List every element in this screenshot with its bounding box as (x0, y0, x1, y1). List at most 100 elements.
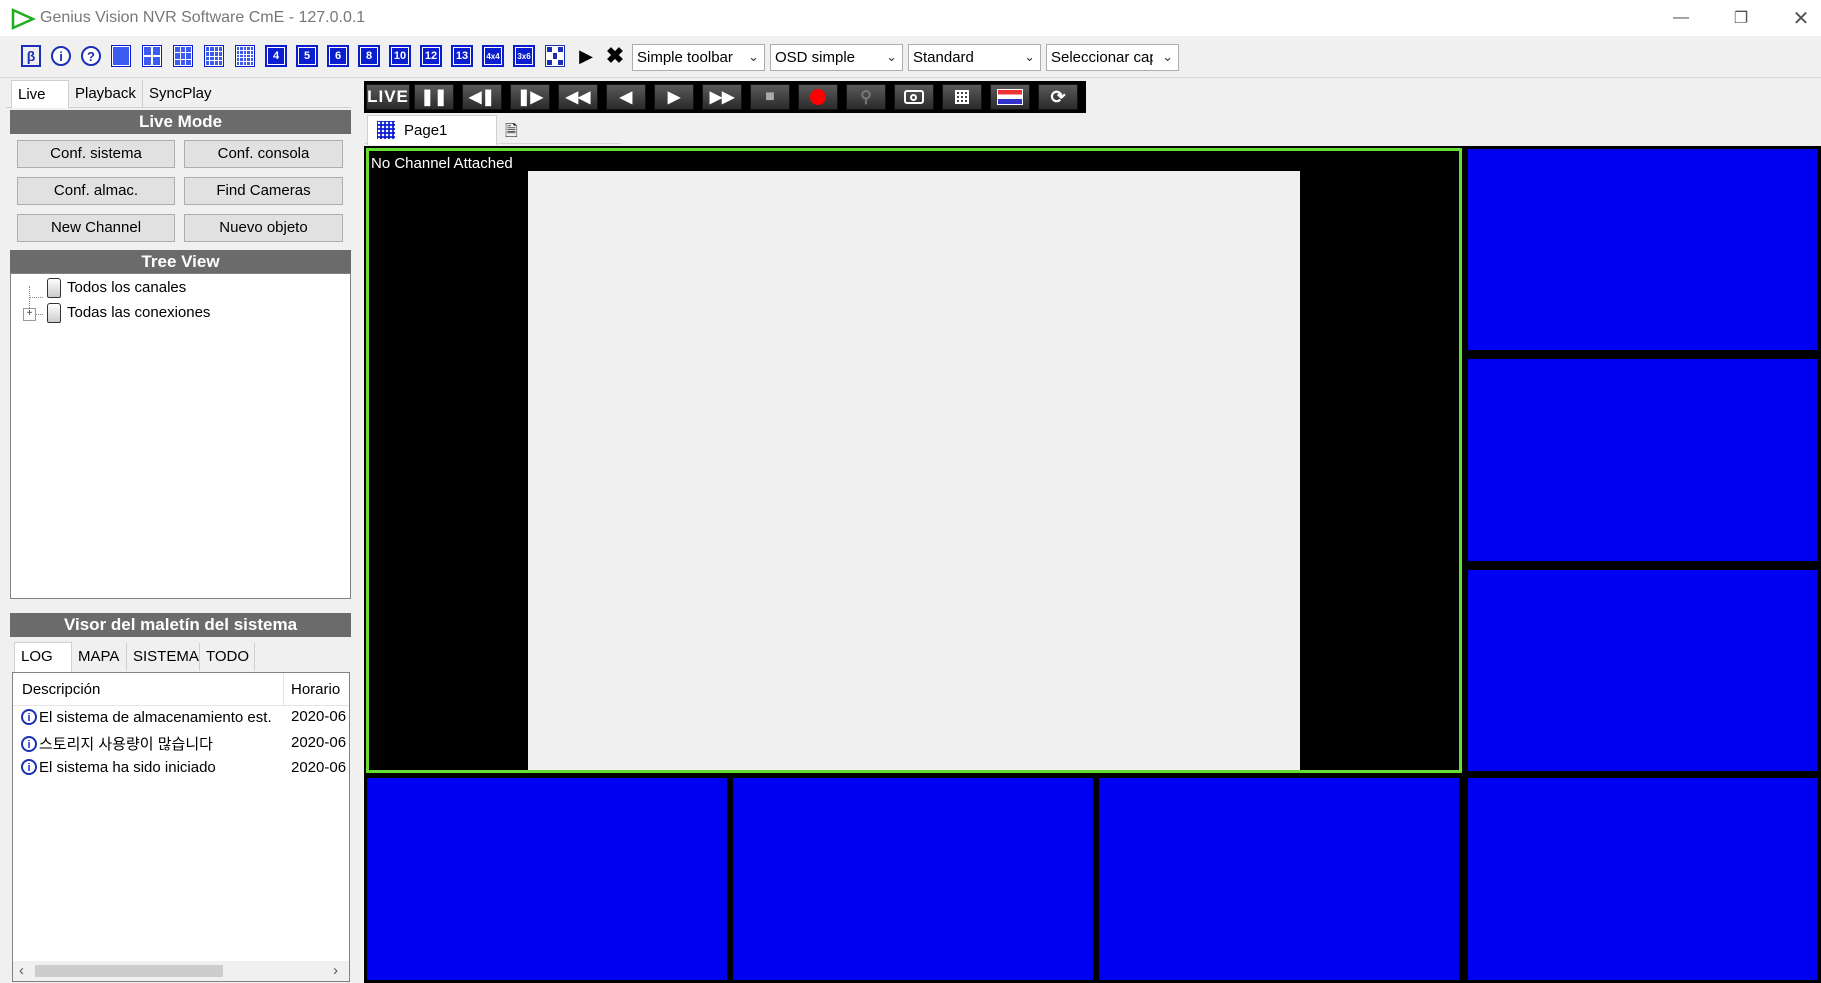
stream-mode-select[interactable]: Standard ⌄ (908, 44, 1041, 71)
log-list: Descripción Horario i El sistema de almac… (12, 672, 350, 982)
layout-5-icon[interactable]: 5 (296, 43, 318, 69)
horizontal-scrollbar[interactable]: ‹ › (13, 961, 349, 981)
expand-icon[interactable]: + (23, 308, 36, 321)
tree-item-todas-las-conexiones[interactable]: Todas las conexiones (47, 303, 210, 325)
log-row[interactable]: i El sistema de almacenamiento est... (21, 708, 271, 730)
restore-icon[interactable]: ❐ (1713, 0, 1769, 36)
osd-mode-select[interactable]: OSD simple ⌄ (770, 44, 903, 71)
conf-consola-button[interactable]: Conf. consola (184, 140, 343, 168)
tab-mapa[interactable]: MAPA (72, 643, 127, 671)
step-back-icon[interactable]: ◀❚ (462, 84, 502, 110)
toolbar-mode-value: Simple toolbar (637, 49, 733, 66)
live-mode-header: Live Mode (10, 110, 351, 134)
layout-number: 10 (389, 45, 411, 67)
layout-3x6-icon[interactable]: 3x6 (513, 43, 535, 69)
layout-4x4-icon[interactable] (203, 43, 225, 69)
tab-live[interactable]: Live (11, 80, 69, 108)
tree-item-label: Todas las conexiones (67, 303, 211, 321)
close-icon[interactable]: ✕ (1773, 0, 1821, 36)
chevron-down-icon: ⌄ (748, 49, 759, 64)
tab-sistema[interactable]: SISTEMA (127, 643, 200, 671)
x-icon[interactable]: ✖ (604, 43, 626, 69)
stop-icon[interactable]: ■ (750, 84, 790, 110)
chevron-down-icon: ⌄ (886, 49, 897, 64)
chevron-down-icon: ⌄ (1024, 49, 1035, 64)
layout-5x5-icon[interactable] (234, 43, 256, 69)
play-back-icon[interactable]: ◀ (606, 84, 646, 110)
play-icon[interactable]: ▶ (575, 43, 597, 69)
scrollbar-thumb[interactable] (35, 965, 223, 977)
video-tile[interactable] (1465, 775, 1821, 983)
layout-4-icon[interactable]: 4 (265, 43, 287, 69)
osd-mode-value: OSD simple (775, 49, 856, 66)
log-time: 2020-06 (291, 734, 347, 751)
layer-select-value: Seleccionar capa (1051, 49, 1153, 66)
video-tile[interactable] (1465, 356, 1821, 564)
layout-number: 8 (358, 45, 380, 67)
tab-syncplay[interactable]: SyncPlay (143, 80, 223, 108)
video-tile[interactable] (1096, 775, 1462, 983)
layout-13-icon[interactable]: 13 (451, 43, 473, 69)
minimize-icon[interactable]: — (1653, 0, 1709, 36)
tree-item-label: Todos los canales (67, 278, 187, 296)
new-page-icon[interactable]: 🗎 (505, 120, 525, 140)
layout-number: 6 (327, 45, 349, 67)
record-icon[interactable] (798, 84, 838, 110)
column-descripcion[interactable]: Descripción (22, 681, 100, 698)
fast-forward-icon[interactable]: ▶▶ (702, 84, 742, 110)
rewind-icon[interactable]: ◀◀ (558, 84, 598, 110)
zoom-icon[interactable]: ⚲ (846, 84, 886, 110)
exit-icon[interactable]: β (20, 43, 42, 69)
scroll-left-icon[interactable]: ‹ (19, 962, 24, 979)
conf-almac-button[interactable]: Conf. almac. (17, 177, 175, 205)
database-icon (47, 278, 61, 298)
layout-custom-icon[interactable] (544, 43, 566, 69)
step-forward-icon[interactable]: ❚▶ (510, 84, 550, 110)
log-description: 스토리지 사용량이 많습니다 (39, 736, 213, 753)
tree-view-header: Tree View (10, 250, 351, 274)
main-channel-tile[interactable]: No Channel Attached (366, 148, 1462, 773)
scroll-right-icon[interactable]: › (333, 962, 338, 979)
nuevo-objeto-button[interactable]: Nuevo objeto (184, 214, 343, 242)
snapshot-icon[interactable] (894, 84, 934, 110)
tab-page1[interactable]: Page1 (367, 115, 497, 145)
tree-item-todos-los-canales[interactable]: Todos los canales (47, 278, 186, 300)
layout-3x3-icon[interactable] (172, 43, 194, 69)
layout-10-icon[interactable]: 10 (389, 43, 411, 69)
layout-6-icon[interactable]: 6 (327, 43, 349, 69)
layout-4x4-alt-icon[interactable]: 4x4 (482, 43, 504, 69)
column-horario[interactable]: Horario (291, 681, 340, 698)
layout-8-icon[interactable]: 8 (358, 43, 380, 69)
toolbar-mode-select[interactable]: Simple toolbar ⌄ (632, 44, 765, 71)
log-row[interactable]: i 스토리지 사용량이 많습니다 (21, 733, 271, 755)
grid-icon[interactable] (942, 84, 982, 110)
layout-number: 5 (296, 45, 318, 67)
layout-number: 4 (265, 45, 287, 67)
tab-todo[interactable]: TODO (200, 643, 255, 671)
page-grid-icon (377, 121, 395, 139)
layout-12-icon[interactable]: 12 (420, 43, 442, 69)
log-time: 2020-06 (291, 759, 347, 776)
tab-playback[interactable]: Playback (69, 80, 143, 108)
video-tile[interactable] (1465, 146, 1821, 353)
help-icon[interactable]: ? (80, 43, 102, 69)
video-tile[interactable] (730, 775, 1096, 983)
layer-select[interactable]: Seleccionar capa ⌄ (1046, 44, 1179, 71)
find-cameras-button[interactable]: Find Cameras (184, 177, 343, 205)
database-icon (47, 303, 61, 323)
info-icon[interactable]: i (50, 43, 72, 69)
refresh-icon[interactable]: ⟳ (1038, 84, 1078, 110)
log-description: El sistema de almacenamiento est... (39, 708, 271, 726)
tab-log[interactable]: LOG (14, 642, 72, 672)
layout-2x2-icon[interactable] (141, 43, 163, 69)
play-forward-icon[interactable]: ▶ (654, 84, 694, 110)
conf-sistema-button[interactable]: Conf. sistema (17, 140, 175, 168)
layout-1x1-icon[interactable] (110, 43, 132, 69)
new-channel-button[interactable]: New Channel (17, 214, 175, 242)
color-adjust-icon[interactable] (990, 84, 1030, 110)
log-row[interactable]: i El sistema ha sido iniciado (21, 758, 271, 780)
video-tile[interactable] (1465, 567, 1821, 774)
live-button[interactable]: LIVE (366, 84, 410, 110)
video-tile[interactable] (364, 775, 730, 983)
pause-icon[interactable]: ❚❚ (414, 84, 454, 110)
